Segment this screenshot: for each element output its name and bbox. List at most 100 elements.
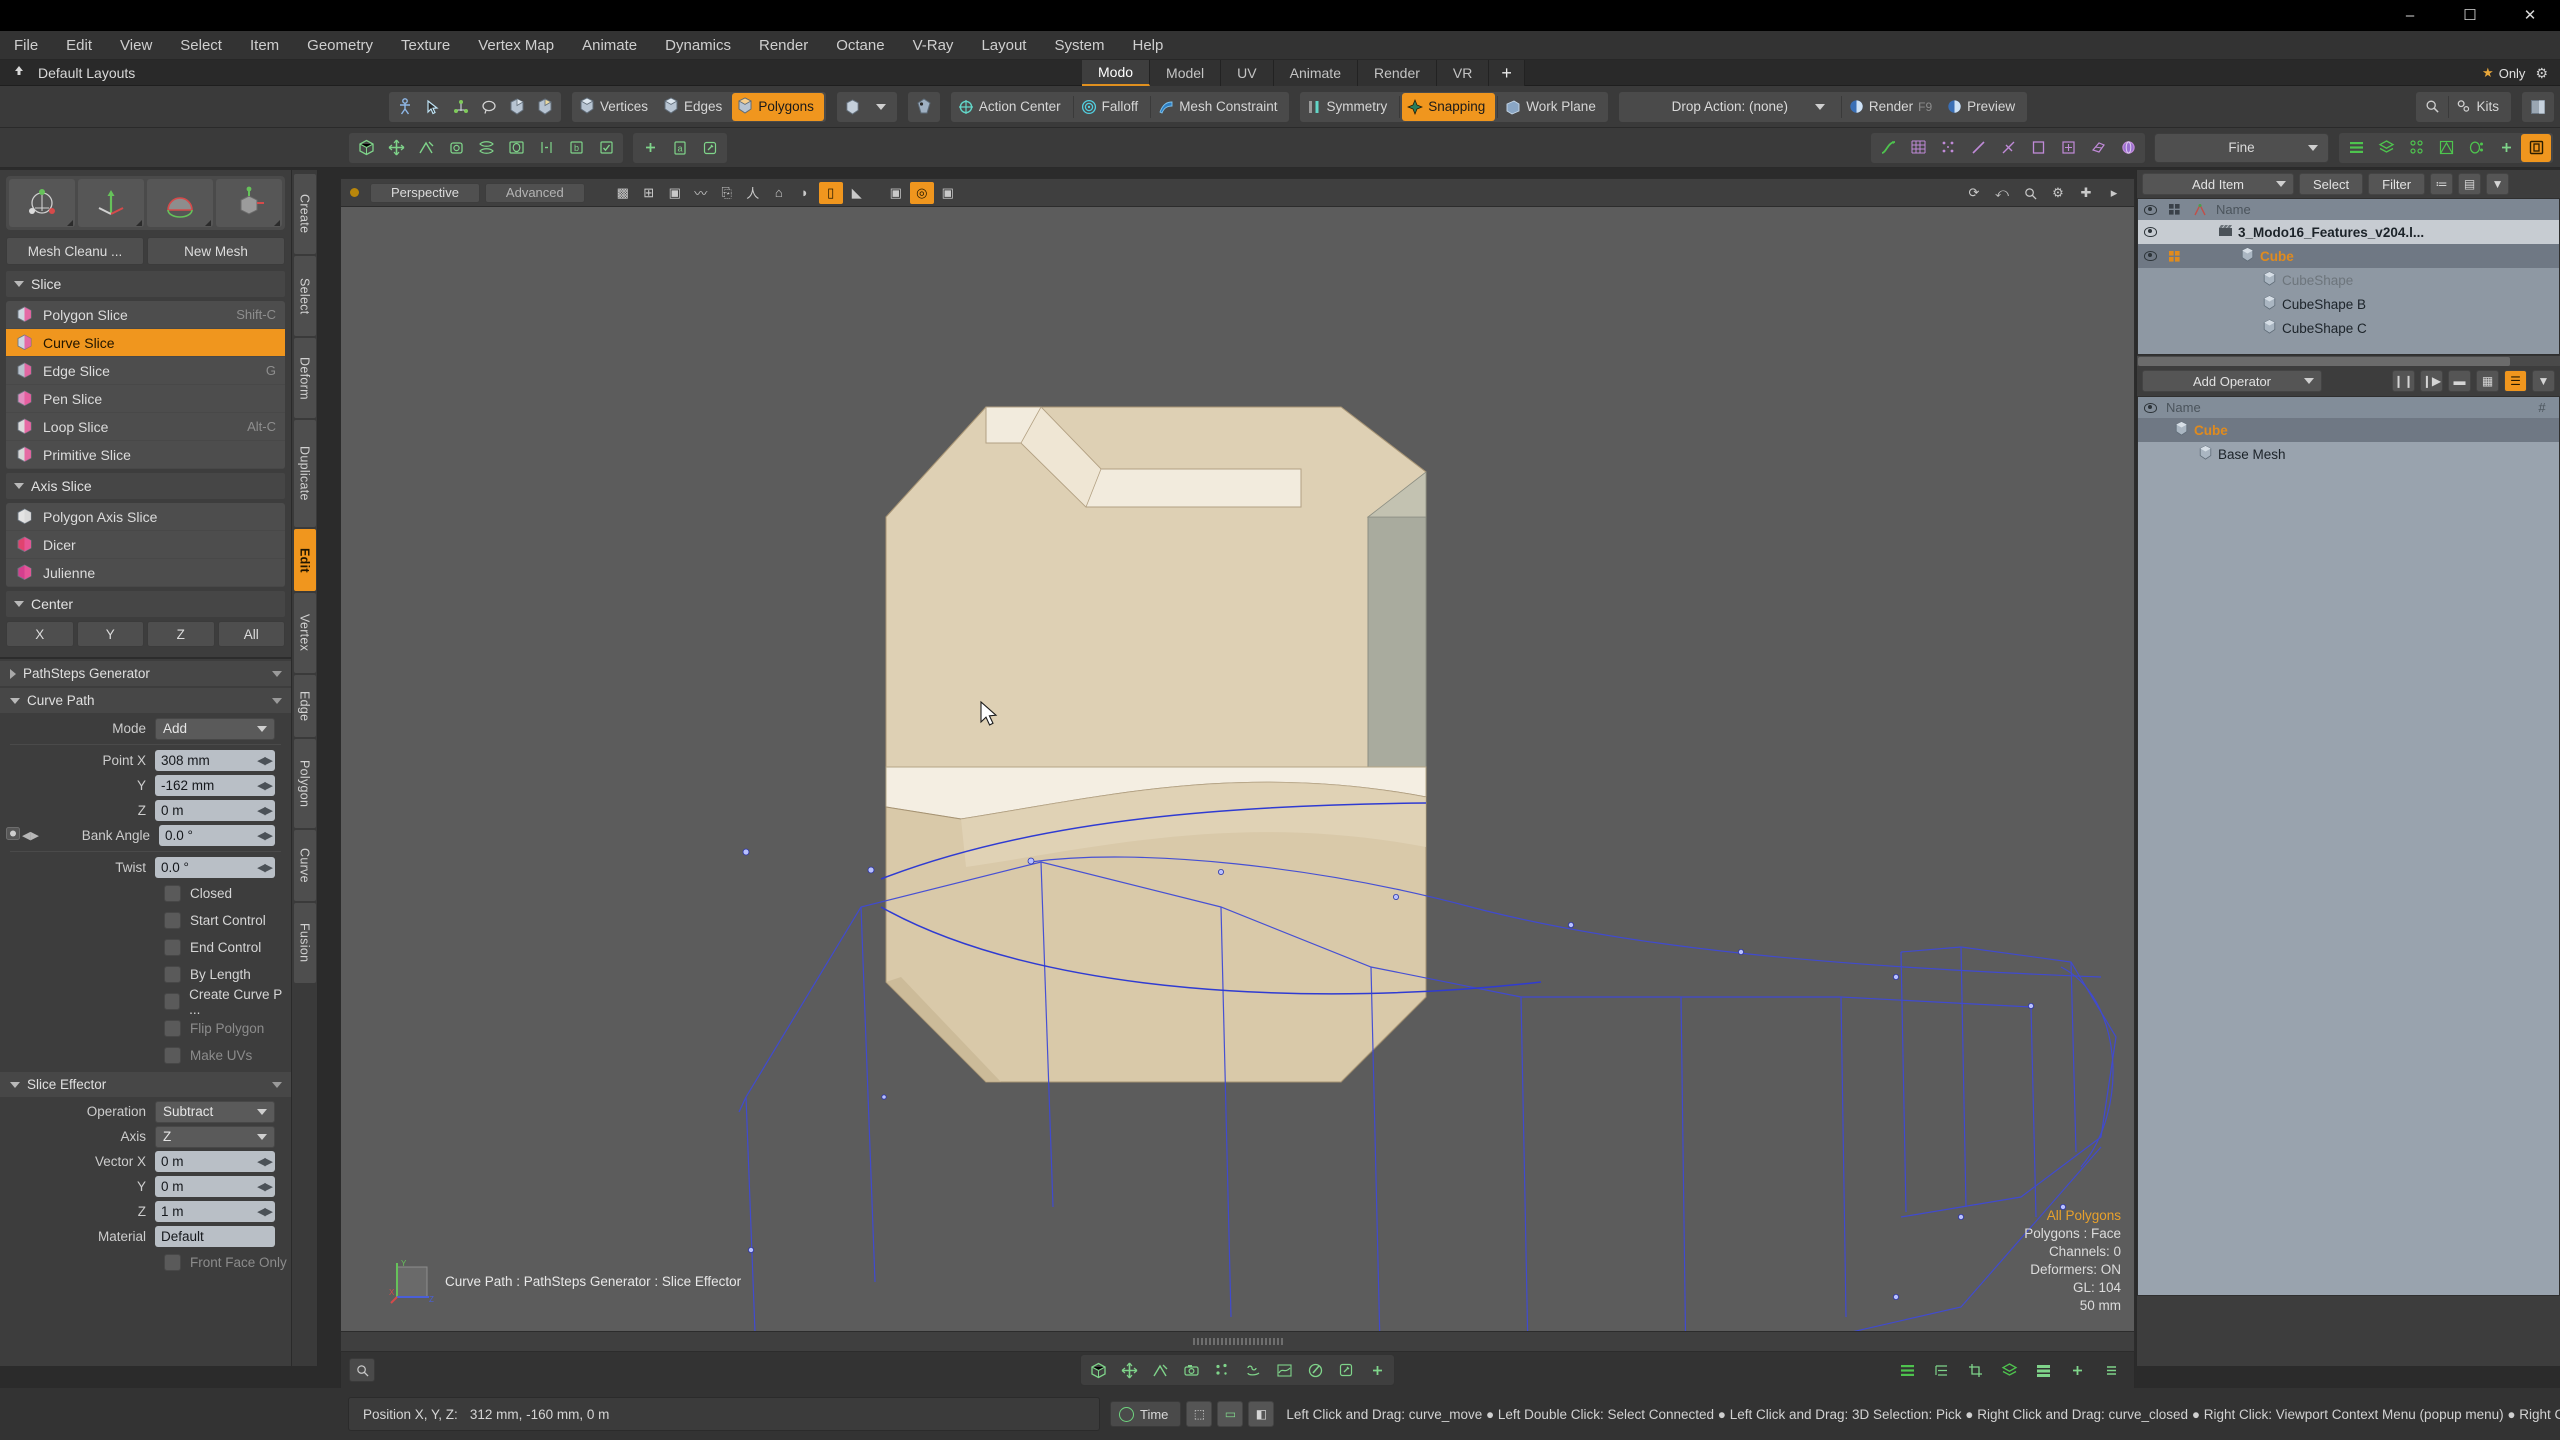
layout-tab-model[interactable]: Model <box>1150 60 1222 86</box>
step-icon[interactable]: ❙▶ <box>2420 370 2443 392</box>
tree-row[interactable]: Cube <box>2138 244 2559 268</box>
menu-item-select[interactable]: Select <box>166 31 236 60</box>
spinner-icon[interactable]: ◀▶ <box>257 1155 273 1168</box>
tool-polygon-axis-slice[interactable]: Polygon Axis Slice <box>6 503 285 531</box>
preview-button[interactable]: Preview <box>1942 93 2025 121</box>
visibility-icon[interactable] <box>2138 251 2162 261</box>
pathsteps-generator-header[interactable]: PathSteps Generator <box>0 661 291 686</box>
work-plane-button[interactable]: Work Plane <box>1500 93 1606 121</box>
checkbox[interactable] <box>164 1047 181 1064</box>
layout-tab-modo[interactable]: Modo <box>1082 60 1151 86</box>
topology-icon[interactable] <box>2431 134 2461 162</box>
vtab-duplicate[interactable]: Duplicate <box>293 420 316 527</box>
twist-field[interactable]: 0.0 ° ◀▶ <box>155 857 275 878</box>
button-new-mesh[interactable]: New Mesh <box>147 237 285 265</box>
visibility-icon[interactable] <box>2138 227 2162 237</box>
figure-icon[interactable] <box>391 93 419 121</box>
checkbox[interactable] <box>164 966 181 983</box>
move-icon[interactable] <box>1114 1356 1144 1384</box>
spinner-icon[interactable]: ◀▶ <box>257 804 273 817</box>
point-field[interactable]: 0 m ◀▶ <box>155 800 275 821</box>
panel-toggle-icon[interactable] <box>2524 93 2552 121</box>
falloff-curve-icon[interactable] <box>1873 134 1903 162</box>
dot-snap-icon[interactable] <box>1933 134 1963 162</box>
plus-icon[interactable] <box>2062 1356 2092 1384</box>
menu-item-geometry[interactable]: Geometry <box>293 31 387 60</box>
search-icon[interactable] <box>349 1358 375 1382</box>
checkbox[interactable] <box>164 885 181 902</box>
fit-icon[interactable]: ▣ <box>936 182 960 204</box>
item-icon[interactable] <box>351 134 381 162</box>
component-edges-button[interactable]: Edges <box>658 93 732 121</box>
tree-row[interactable]: 3_Modo16_Features_v204.l... <box>2138 220 2559 244</box>
menu-item-help[interactable]: Help <box>1119 31 1178 60</box>
stack-icon[interactable] <box>2028 1356 2058 1384</box>
menu-item-edit[interactable]: Edit <box>52 31 106 60</box>
rotate-icon[interactable] <box>441 134 471 162</box>
texture-icon[interactable]: 〰 <box>689 182 713 204</box>
add-item-dropdown[interactable]: Add Item <box>2142 173 2294 195</box>
vtab-vertex[interactable]: Vertex <box>293 593 316 673</box>
checkbox[interactable] <box>164 1020 181 1037</box>
symmetry-button[interactable]: Symmetry <box>1302 93 1397 121</box>
quality-dropdown[interactable]: Fine <box>2154 132 2329 163</box>
pivot-icon[interactable] <box>2053 134 2083 162</box>
plane-icon[interactable] <box>2023 134 2053 162</box>
filter-icon[interactable]: ▼ <box>2486 173 2510 195</box>
tool-dicer[interactable]: Dicer <box>6 531 285 559</box>
camera-icon[interactable] <box>1176 1356 1206 1384</box>
checkbox-row-flip-polygon[interactable]: Flip Polygon <box>0 1015 291 1042</box>
menu-item-animate[interactable]: Animate <box>568 31 651 60</box>
vector-field[interactable]: 0 m ◀▶ <box>155 1151 275 1172</box>
close-button[interactable]: ✕ <box>2500 0 2560 31</box>
vtab-create[interactable]: Create <box>293 174 316 254</box>
checkbox-row-by-length[interactable]: By Length <box>0 961 291 988</box>
menu-item-file[interactable]: File <box>0 31 52 60</box>
operator-row[interactable]: Base Mesh <box>2138 442 2559 466</box>
viewport-canvas[interactable] <box>341 207 2134 1351</box>
menu-icon[interactable] <box>2096 1356 2126 1384</box>
paint-icon[interactable] <box>1300 1356 1330 1384</box>
thumb-icon[interactable]: ◗ <box>793 182 817 204</box>
spinner-icon[interactable]: ◀▶ <box>257 1180 273 1193</box>
transform-axis-icon[interactable] <box>216 179 282 227</box>
list-icon[interactable] <box>2341 134 2371 162</box>
menu-item-v-ray[interactable]: V-Ray <box>899 31 968 60</box>
checkbox[interactable] <box>164 993 181 1010</box>
tool-primitive-slice[interactable]: Primitive Slice <box>6 441 285 469</box>
minimize-button[interactable]: – <box>2380 0 2440 31</box>
lasso-icon[interactable] <box>475 93 503 121</box>
operator-row[interactable]: Cube <box>2138 418 2559 442</box>
maximize-button[interactable]: ☐ <box>2440 0 2500 31</box>
vtab-polygon[interactable]: Polygon <box>293 739 316 828</box>
tool-polygon-slice[interactable]: Polygon Slice Shift-C <box>6 301 285 329</box>
mesh-constraint-button[interactable]: Mesh Constraint <box>1153 93 1287 121</box>
move-axis-icon[interactable] <box>78 179 144 227</box>
ghost-icon[interactable]: ⎘ <box>715 182 739 204</box>
item-icon[interactable] <box>1083 1356 1113 1384</box>
dots-icon[interactable] <box>1207 1356 1237 1384</box>
snapping-button[interactable]: Snapping <box>1402 92 1496 121</box>
keyframe-icon[interactable]: ⬚ <box>1186 1401 1213 1427</box>
checkbox-row-end-control[interactable]: End Control <box>0 934 291 961</box>
scale-icon[interactable] <box>1145 1356 1175 1384</box>
envelope-icon[interactable] <box>6 826 22 845</box>
spinner-icon[interactable]: ◀▶ <box>257 754 273 767</box>
material-cube-icon[interactable] <box>839 93 867 121</box>
rotate-icon[interactable]: ⟳ <box>1962 182 1986 204</box>
tool-julienne[interactable]: Julienne <box>6 559 285 587</box>
filter-icon[interactable]: ▼ <box>2532 370 2555 392</box>
menu-item-item[interactable]: Item <box>236 31 293 60</box>
spinner-icon[interactable]: ◀▶ <box>257 829 273 842</box>
layout-tab-+[interactable]: + <box>1489 60 1525 86</box>
active-icon[interactable] <box>2521 133 2551 162</box>
view-mode-dropdown[interactable]: Perspective <box>370 182 480 203</box>
kits-button[interactable]: Kits <box>2451 93 2509 121</box>
range-icon[interactable]: ▭ <box>1217 1401 1244 1427</box>
axis-select[interactable]: Z <box>155 1125 275 1148</box>
menu-item-view[interactable]: View <box>106 31 166 60</box>
vtab-edge[interactable]: Edge <box>293 675 316 737</box>
anim-arrows-icon[interactable]: ◀▶ <box>22 829 39 842</box>
center-button-all[interactable]: All <box>217 621 285 647</box>
pin-icon[interactable]: ✚ <box>2074 182 2098 204</box>
